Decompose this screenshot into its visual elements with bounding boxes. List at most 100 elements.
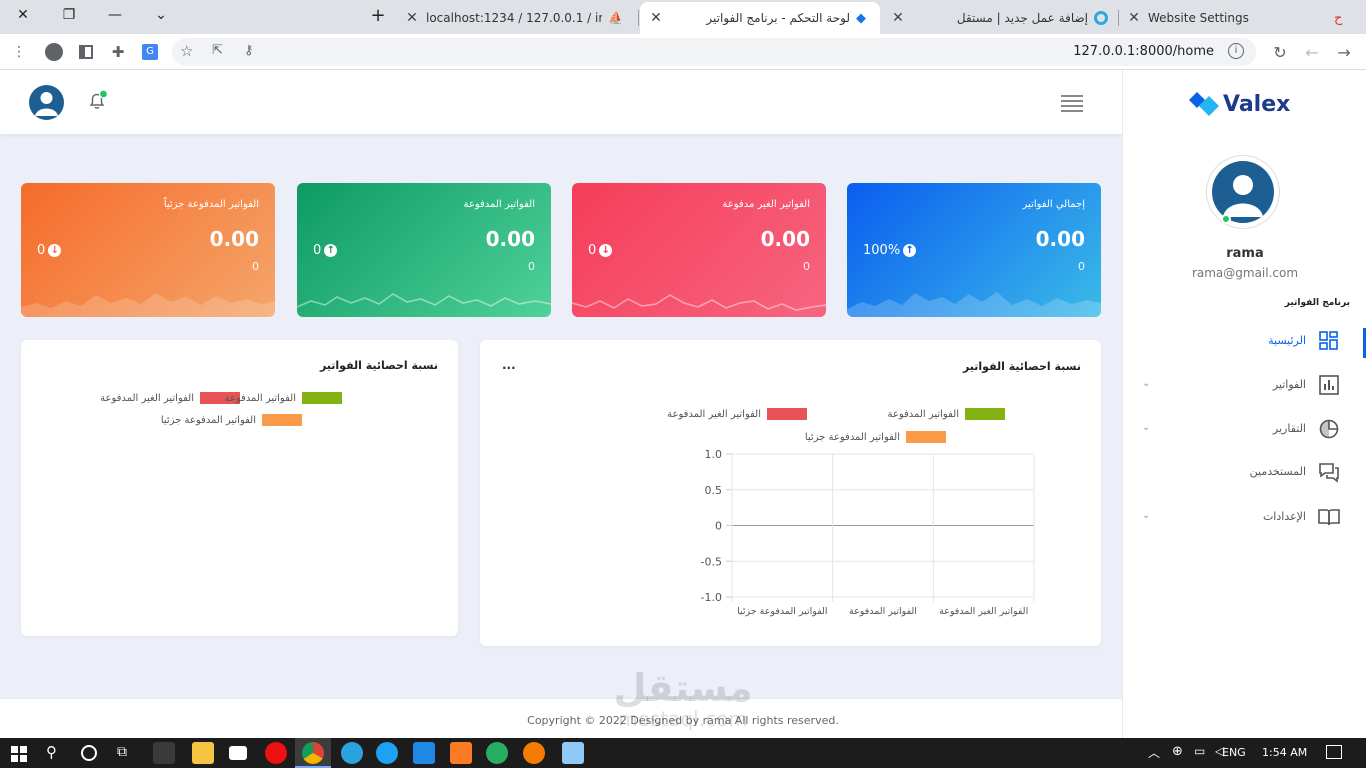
forward-icon[interactable]: ←: [1300, 34, 1324, 70]
legend-label: الفواتير المدفوعة: [224, 392, 296, 404]
task-view-icon[interactable]: ⧉: [117, 744, 127, 760]
sidebar-item-label: المستخدمين: [1249, 465, 1306, 478]
window-minimize-icon[interactable]: —: [92, 0, 138, 30]
notepad-icon[interactable]: [562, 742, 584, 764]
bar-chart-panel: نسبة احصائية الفواتير ... الفواتير المدف…: [480, 340, 1101, 646]
store-icon[interactable]: [153, 742, 175, 764]
tray-chevron-icon[interactable]: ︿: [1148, 744, 1160, 761]
mail-icon[interactable]: [229, 746, 247, 760]
sidebar-item-reports[interactable]: التقارير ⌄: [1122, 410, 1366, 450]
brand-logo[interactable]: Valex: [1187, 88, 1290, 120]
tab-dashboard[interactable]: ✕ لوحة التحكم - برنامج الفواتير ◆: [640, 2, 880, 34]
pie-legend-item[interactable]: الفواتير الغير المدفوعة: [100, 392, 240, 404]
chat-icon: [1319, 463, 1339, 483]
bar-chart-icon: [1319, 375, 1339, 395]
sidebar-item-home[interactable]: الرئيسية: [1122, 322, 1366, 362]
app-orange-icon[interactable]: [523, 742, 545, 764]
profile-icon[interactable]: [42, 34, 66, 70]
card-title: الفواتير الغير مدفوعة: [722, 199, 810, 210]
file-explorer-icon[interactable]: [192, 742, 214, 764]
pie-legend-item[interactable]: الفواتير المدفوعة: [225, 392, 342, 404]
tab-title: إضافة عمل جديد | مستقل: [956, 11, 1088, 25]
avatar[interactable]: [29, 85, 64, 120]
window-restore-icon[interactable]: ❐: [46, 0, 92, 30]
xampp-icon[interactable]: [450, 742, 472, 764]
mostaql-icon: [1094, 11, 1108, 25]
notification-center-icon[interactable]: [1326, 745, 1342, 759]
card-value: 0.00: [760, 227, 810, 251]
language-indicator[interactable]: ENG: [1222, 746, 1246, 759]
sidebar-item-users[interactable]: المستخدمين: [1122, 453, 1366, 493]
sidebar-item-invoices[interactable]: الفواتير ⌄: [1122, 366, 1366, 406]
browser-toolbar: ⋮ ✚ G ☆ ⇱ ⚷ 127.0.0.1:8000/home i ↻ ← →: [0, 34, 1366, 70]
app-green-icon[interactable]: [486, 742, 508, 764]
sidebar-avatar[interactable]: [1207, 156, 1279, 228]
tab-search-icon[interactable]: ⌄: [138, 0, 184, 30]
battery-icon[interactable]: ▭: [1194, 744, 1205, 758]
new-tab-icon[interactable]: +: [356, 0, 400, 30]
kebab-menu-icon[interactable]: ⋮: [8, 34, 30, 70]
url-text[interactable]: 127.0.0.1:8000/home: [1073, 44, 1214, 59]
valex-icon: ◆: [856, 10, 866, 26]
tab-close-icon[interactable]: ✕: [648, 10, 664, 26]
tab-phpmyadmin[interactable]: ✕ localhost:1234 / 127.0.0.1 / invoic ⛵: [404, 2, 636, 34]
tab-title: Website Settings: [1148, 11, 1249, 25]
address-bar[interactable]: ☆ ⇱ ⚷ 127.0.0.1:8000/home i: [172, 38, 1256, 66]
page-content: إجمالي الفواتير 0.00 0 100% ↑ الفواتير ال…: [0, 70, 1366, 738]
back-icon[interactable]: →: [1332, 34, 1356, 70]
y-tick-label: 0.5: [705, 484, 723, 497]
pie-legend-item[interactable]: الفواتير المدفوعة جزئيا: [161, 414, 302, 426]
stat-card-partial: الفواتير المدفوعة جزئياً 0.00 0 0 ↓: [21, 183, 275, 317]
share-icon[interactable]: ⇱: [212, 43, 223, 58]
tab-website-settings[interactable]: ✕ Website Settings ح: [1122, 2, 1366, 34]
clock[interactable]: 1:54 AM: [1262, 746, 1307, 759]
chevron-down-icon: ⌄: [1142, 378, 1151, 389]
book-icon: [1318, 509, 1340, 526]
tab-close-icon[interactable]: ✕: [890, 10, 906, 26]
card-title: الفواتير المدفوعة: [463, 199, 535, 210]
bookmark-star-icon[interactable]: ☆: [180, 42, 193, 60]
bar-chart-svg: 1.0 0.5 0 -0.5 -1.0 الفواتير الغير المدفوعة ال…: [701, 448, 1035, 617]
bell-icon[interactable]: [86, 89, 109, 112]
arrow-up-icon: ↑: [324, 244, 338, 257]
y-tick-label: -0.5: [701, 555, 722, 568]
reload-icon[interactable]: ↻: [1268, 34, 1292, 70]
opera-icon[interactable]: [265, 742, 287, 764]
chrome-taskbar-button[interactable]: [295, 738, 331, 768]
card-value: 0.00: [209, 227, 259, 251]
vscode-icon[interactable]: [413, 742, 435, 764]
card-title: إجمالي الفواتير: [1022, 199, 1086, 210]
sparkline: [21, 293, 275, 317]
tab-close-icon[interactable]: ✕: [404, 10, 420, 26]
chrome-icon: [302, 742, 324, 764]
telegram-icon[interactable]: [341, 742, 363, 764]
sidebar-item-settings[interactable]: الإعدادات ⌄: [1122, 498, 1366, 538]
arrow-down-icon: ↓: [599, 244, 613, 257]
card-count: 0: [803, 260, 810, 273]
card-percent: 0: [588, 243, 597, 258]
sidebar: Valex rama rama@gmail.com برنامج الفواتي…: [1122, 70, 1366, 738]
tab-close-icon[interactable]: ✕: [1126, 10, 1142, 26]
search-icon[interactable]: ⚲: [46, 743, 57, 761]
site-info-icon[interactable]: i: [1228, 43, 1244, 59]
window-close-icon[interactable]: ✕: [0, 0, 46, 30]
card-percent: 100%: [863, 243, 901, 258]
tab-title: لوحة التحكم - برنامج الفواتير: [706, 11, 850, 25]
chevron-down-icon: ⌄: [1142, 422, 1151, 433]
app-bird-icon[interactable]: [376, 742, 398, 764]
key-icon[interactable]: ⚷: [244, 43, 254, 58]
windows-start-icon[interactable]: [11, 746, 27, 762]
extensions-icon[interactable]: ✚: [106, 34, 130, 70]
cortana-icon[interactable]: [81, 745, 97, 761]
browser-tab-strip: ✕ ❐ — ⌄ + ✕ localhost:1234 / 127.0.0.1 /…: [0, 0, 1366, 34]
phpmyadmin-icon: ⛵: [608, 11, 623, 25]
translate-icon[interactable]: G: [138, 34, 162, 70]
card-count: 0: [1078, 260, 1085, 273]
tab-mostaql[interactable]: ✕ إضافة عمل جديد | مستقل: [884, 2, 1116, 34]
x-tick-label: الفواتير الغير المدفوعة: [939, 606, 1028, 617]
arrow-up-icon: ↑: [903, 244, 917, 257]
menu-toggle-icon[interactable]: [1061, 95, 1083, 112]
x-tick-label: الفواتير المدفوعة جزئيا: [737, 606, 827, 617]
side-panel-icon[interactable]: [74, 34, 98, 70]
network-globe-icon[interactable]: ⊕: [1172, 744, 1183, 759]
